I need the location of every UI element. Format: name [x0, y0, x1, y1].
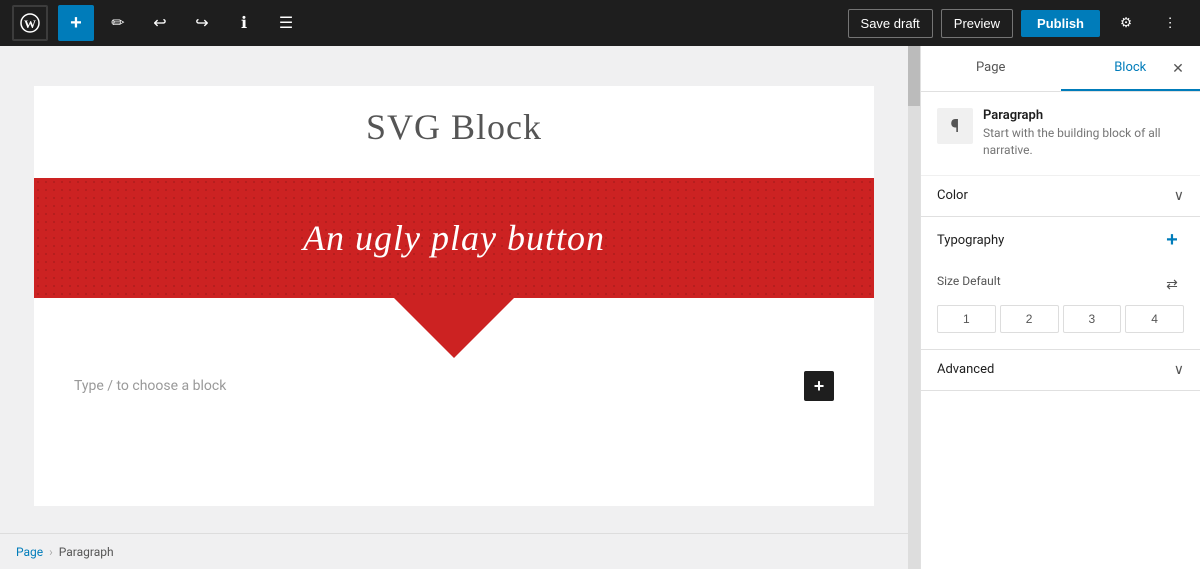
toolbar-right: Save draft Preview Publish ⚙ ⋮ [848, 5, 1188, 41]
size-btn-2[interactable]: 2 [1000, 305, 1059, 333]
svg-block: An ugly play button [34, 178, 874, 358]
right-sidebar: Page Block ✕ ¶ Paragraph Start with the … [920, 46, 1200, 569]
color-section-header[interactable]: Color ∨ [921, 176, 1200, 216]
typography-section-title: Typography [937, 233, 1004, 248]
typography-content: Size Default ⇄ 1 2 3 4 [921, 265, 1200, 349]
banner-text: An ugly play button [303, 217, 605, 259]
gear-icon: ⚙ [1120, 15, 1132, 31]
more-options-button[interactable]: ⋮ [1152, 5, 1188, 41]
block-info-text: Paragraph Start with the building block … [983, 108, 1184, 159]
placeholder-text: Type / to choose a block [74, 378, 226, 394]
pilcrow-icon: ¶ [951, 116, 960, 137]
block-placeholder[interactable]: Type / to choose a block + [34, 358, 874, 414]
plus-icon: + [814, 376, 825, 397]
editor-scrollbar-thumb [908, 46, 920, 106]
details-button[interactable]: ℹ [226, 5, 262, 41]
save-draft-button[interactable]: Save draft [848, 9, 933, 38]
breadcrumb-page-link[interactable]: Page [16, 545, 43, 559]
typography-section: Typography + Size Default ⇄ 1 2 3 [921, 217, 1200, 350]
editor-content: SVG Block An ugly play button Type / to … [34, 86, 874, 506]
editor-area: SVG Block An ugly play button Type / to … [0, 46, 908, 569]
svg-text:W: W [24, 17, 36, 31]
advanced-section-header[interactable]: Advanced ∨ [921, 350, 1200, 390]
size-label: Size Default [937, 274, 1001, 288]
redo-button[interactable]: ↪ [184, 5, 220, 41]
color-section-title: Color [937, 188, 968, 203]
chevron-down-icon-advanced: ∨ [1174, 362, 1184, 378]
settings-button[interactable]: ⚙ [1108, 5, 1144, 41]
typography-add-button[interactable]: + [1160, 229, 1184, 253]
size-buttons-group: 1 2 3 4 [937, 305, 1184, 333]
sidebar-header: Page Block ✕ [921, 46, 1200, 92]
tools-button[interactable]: ✏ [100, 5, 136, 41]
undo-button[interactable]: ↩ [142, 5, 178, 41]
red-banner: An ugly play button [34, 178, 874, 298]
plus-icon: + [70, 12, 82, 35]
breadcrumb-current: Paragraph [59, 545, 114, 559]
preview-button[interactable]: Preview [941, 9, 1013, 38]
tab-page[interactable]: Page [921, 46, 1061, 91]
chevron-down-icon: ∨ [1174, 188, 1184, 204]
advanced-section: Advanced ∨ [921, 350, 1200, 391]
paragraph-block-icon: ¶ [937, 108, 973, 144]
block-title: Paragraph [983, 108, 1184, 123]
sidebar-block-info: ¶ Paragraph Start with the building bloc… [921, 92, 1200, 176]
sidebar-close-button[interactable]: ✕ [1160, 51, 1196, 87]
breadcrumb-separator: › [49, 545, 53, 559]
color-section: Color ∨ [921, 176, 1200, 217]
undo-icon: ↩ [153, 13, 166, 33]
wp-logo[interactable]: W [12, 5, 48, 41]
list-view-button[interactable]: ☰ [268, 5, 304, 41]
size-btn-4[interactable]: 4 [1125, 305, 1184, 333]
block-description: Start with the building block of all nar… [983, 125, 1184, 159]
size-btn-3[interactable]: 3 [1063, 305, 1122, 333]
editor-scrollbar[interactable] [908, 46, 920, 569]
pencil-icon: ✏ [111, 13, 124, 33]
inline-add-block-button[interactable]: + [804, 371, 834, 401]
plus-icon: + [1166, 229, 1178, 252]
main-layout: SVG Block An ugly play button Type / to … [0, 46, 1200, 569]
toolbar-left: W + ✏ ↩ ↪ ℹ ☰ [12, 5, 840, 41]
size-sliders-button[interactable]: ⇄ [1160, 273, 1184, 297]
close-icon: ✕ [1172, 60, 1184, 77]
main-toolbar: W + ✏ ↩ ↪ ℹ ☰ Save draft Preview Publish… [0, 0, 1200, 46]
typography-section-header[interactable]: Typography + [921, 217, 1200, 265]
redo-icon: ↪ [195, 13, 208, 33]
list-icon: ☰ [279, 13, 293, 33]
info-icon: ℹ [241, 13, 247, 33]
editor-scroll[interactable]: SVG Block An ugly play button Type / to … [0, 46, 908, 533]
publish-button[interactable]: Publish [1021, 10, 1100, 37]
breadcrumb: Page › Paragraph [0, 533, 908, 569]
size-btn-1[interactable]: 1 [937, 305, 996, 333]
post-title[interactable]: SVG Block [34, 86, 874, 178]
triangle-arrow [394, 298, 514, 358]
add-block-toolbar-button[interactable]: + [58, 5, 94, 41]
ellipsis-icon: ⋮ [1163, 15, 1176, 31]
sliders-icon: ⇄ [1166, 276, 1178, 293]
advanced-section-title: Advanced [937, 362, 994, 377]
